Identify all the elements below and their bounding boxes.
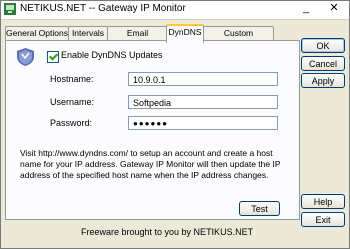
enable-dyndns-label: Enable DynDNS Updates bbox=[61, 50, 163, 60]
hostname-label: Hostname: bbox=[50, 74, 94, 84]
test-button[interactable]: Test bbox=[239, 201, 280, 216]
username-input[interactable]: Softpedia bbox=[128, 95, 278, 109]
dyndns-shield-icon bbox=[17, 48, 34, 66]
dyndns-help-text: Visit http://www.dyndns.com/ to setup an… bbox=[20, 148, 281, 180]
dyndns-panel: Enable DynDNS Updates Hostname: 10.9.0.1… bbox=[5, 40, 300, 220]
password-label: Password: bbox=[50, 118, 93, 128]
main-window: NETIKUS.NET -- Gateway IP Monitor _ ✕ Ge… bbox=[0, 0, 350, 249]
tab-email-notification[interactable]: Email Notification bbox=[107, 26, 168, 51]
ok-button[interactable]: OK bbox=[301, 38, 345, 53]
username-label: Username: bbox=[50, 97, 95, 107]
title-bar: NETIKUS.NET -- Gateway IP Monitor _ ✕ bbox=[1, 1, 349, 20]
tab-custom-notifications[interactable]: Custom Notifications bbox=[203, 26, 274, 51]
close-button[interactable]: ✕ bbox=[320, 1, 348, 17]
minimize-button[interactable]: _ bbox=[293, 1, 319, 17]
apply-button[interactable]: Apply bbox=[301, 73, 345, 88]
enable-dyndns-checkbox[interactable] bbox=[47, 51, 59, 63]
app-network-icon bbox=[4, 3, 16, 15]
cancel-button[interactable]: Cancel bbox=[301, 56, 345, 71]
hostname-input[interactable]: 10.9.0.1 bbox=[128, 72, 278, 86]
tab-intervals[interactable]: Intervals bbox=[68, 26, 108, 41]
help-button[interactable]: Help bbox=[301, 194, 345, 209]
password-input[interactable]: ●●●●●● bbox=[128, 116, 278, 130]
exit-button[interactable]: Exit bbox=[301, 212, 345, 227]
footer-text: Freeware brought to you by NETIKUS.NET bbox=[81, 227, 254, 237]
tab-general-options[interactable]: General Options bbox=[5, 26, 69, 41]
window-title: NETIKUS.NET -- Gateway IP Monitor bbox=[20, 3, 186, 14]
tab-dyndns[interactable]: DynDNS bbox=[166, 24, 204, 43]
